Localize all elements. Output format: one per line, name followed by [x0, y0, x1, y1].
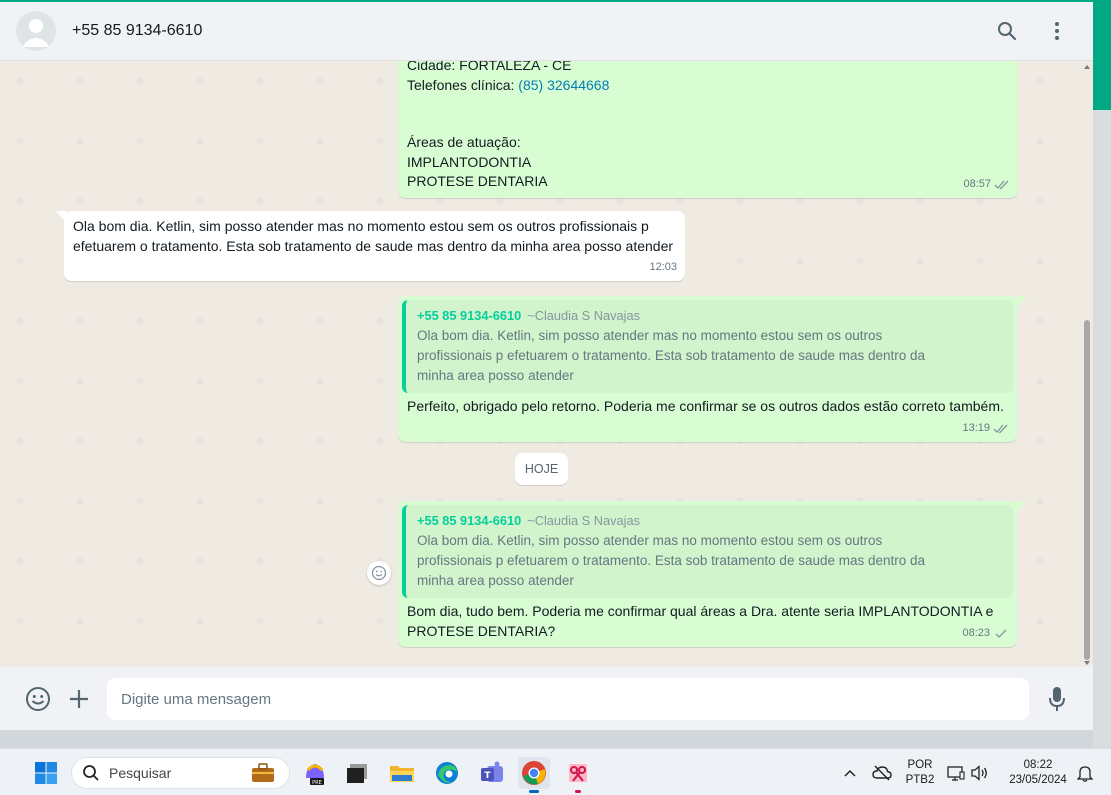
emoji-icon[interactable]: [25, 686, 51, 712]
date-separator: HOJE: [515, 453, 568, 485]
double-check-icon: [994, 180, 1009, 190]
bubble-tail: [1016, 296, 1026, 308]
chat-header: +55 85 9134-6610: [0, 2, 1093, 61]
edge-icon[interactable]: [431, 757, 463, 789]
quote-alias: ~Claudia S Navajas: [527, 513, 640, 528]
active-app-indicator: [529, 790, 539, 793]
input-language[interactable]: POR PTB2: [902, 758, 938, 788]
message-time: 08:57: [963, 177, 991, 190]
window-edge: [1093, 110, 1111, 750]
scrollbar-thumb[interactable]: [1084, 320, 1090, 660]
message-text: Perfeito, obrigado pelo retorno. Poderia…: [407, 398, 1004, 414]
quote-author: +55 85 9134-6610: [417, 513, 522, 528]
double-check-icon: [993, 424, 1008, 434]
chat-messages-area[interactable]: Cidade: FORTALEZA - CE Telefones clínica…: [0, 61, 1093, 667]
message-text: Áreas de atuação:: [407, 134, 521, 150]
message-text: Telefones clínica: (85) 32644668: [407, 76, 609, 96]
single-check-icon: [995, 629, 1007, 638]
message-time: 12:03: [649, 260, 677, 273]
clock-date: 23/05/2024: [1009, 774, 1067, 786]
plus-icon[interactable]: [66, 686, 92, 712]
default-avatar-icon: [22, 19, 50, 47]
outgoing-message[interactable]: +55 85 9134-6610 ~Claudia S Navajas Ola b…: [398, 501, 1017, 647]
bubble-tail: [56, 211, 66, 223]
quote-author: +55 85 9134-6610: [417, 308, 522, 323]
search-icon: [83, 765, 99, 781]
clock-time: 08:22: [1023, 759, 1053, 771]
clock[interactable]: 08:22 23/05/2024: [1000, 758, 1076, 788]
teams-icon[interactable]: T: [476, 757, 508, 789]
message-text: Bom dia, tudo bem. Poderia me confirmar …: [407, 603, 994, 639]
outgoing-message[interactable]: +55 85 9134-6610 ~Claudia S Navajas Ola b…: [398, 296, 1017, 442]
whatsapp-window: +55 85 9134-6610 Cidade: FORTALEZA - CE …: [0, 2, 1093, 730]
windows-start-icon[interactable]: [30, 757, 62, 789]
chat-scrollbar[interactable]: [1082, 62, 1091, 665]
message-meta: 12:03: [649, 258, 677, 278]
search-icon[interactable]: [995, 19, 1019, 43]
volume-icon[interactable]: [967, 757, 991, 789]
chevron-up-icon[interactable]: [838, 757, 862, 789]
message-meta: 08:23: [962, 624, 1009, 644]
message-meta: 08:57: [963, 175, 1010, 195]
menu-icon[interactable]: [1045, 19, 1069, 43]
contact-name[interactable]: +55 85 9134-6610: [72, 22, 202, 40]
taskbar-search-placeholder: Pesquisar: [109, 765, 172, 781]
file-explorer-icon[interactable]: [386, 757, 418, 789]
svg-text:PRE: PRE: [312, 780, 322, 786]
app-running-indicator: [575, 790, 581, 793]
incoming-message[interactable]: Ola bom dia. Ketlin, sim posso atender m…: [64, 211, 685, 281]
message-text: IMPLANTODONTIA: [407, 153, 532, 170]
network-icon[interactable]: [944, 757, 968, 789]
react-emoji-button[interactable]: [367, 561, 391, 585]
language-code: POR: [907, 759, 933, 771]
message-composer: [0, 667, 1093, 730]
keyboard-layout: PTB2: [905, 774, 935, 786]
scroll-up-arrow-icon[interactable]: [1083, 64, 1091, 70]
quote-text: Ola bom dia. Ketlin, sim posso atender m…: [417, 533, 926, 588]
chrome-icon[interactable]: [518, 757, 550, 793]
message-time: 08:23: [962, 626, 990, 639]
scroll-down-arrow-icon[interactable]: [1083, 660, 1091, 666]
phone-link[interactable]: (85) 32644668: [518, 77, 609, 93]
windows-taskbar: Pesquisar PRE T POR PTB2 08:22 23/05/202…: [0, 748, 1111, 795]
bubble-tail: [1016, 501, 1026, 513]
message-input[interactable]: [107, 678, 1029, 720]
snipping-tool-icon[interactable]: [562, 757, 594, 793]
terminal-icon[interactable]: [341, 757, 373, 789]
quoted-message[interactable]: +55 85 9134-6610 ~Claudia S Navajas Ola b…: [402, 300, 1013, 393]
message-text: PROTESE DENTARIA: [407, 173, 548, 189]
svg-text:T: T: [484, 771, 491, 781]
taskbar-search[interactable]: Pesquisar: [71, 757, 290, 789]
quote-text: Ola bom dia. Ketlin, sim posso atender m…: [417, 328, 926, 383]
copilot-icon[interactable]: PRE: [299, 757, 331, 789]
outgoing-message[interactable]: Cidade: FORTALEZA - CE Telefones clínica…: [398, 61, 1018, 198]
cloud-offline-icon[interactable]: [868, 757, 896, 789]
message-time: 13:19: [962, 421, 990, 434]
notification-bell-icon[interactable]: [1073, 757, 1097, 789]
message-text: Cidade: FORTALEZA - CE: [407, 61, 572, 73]
quote-alias: ~Claudia S Navajas: [527, 308, 640, 323]
briefcase-icon: [251, 763, 275, 783]
phone-label: Telefones clínica:: [407, 76, 519, 93]
message-meta: 13:19: [962, 419, 1009, 439]
smiley-icon: [371, 565, 387, 581]
mic-icon[interactable]: [1044, 686, 1070, 712]
quoted-message[interactable]: +55 85 9134-6610 ~Claudia S Navajas Ola b…: [402, 505, 1013, 598]
message-text: Ola bom dia. Ketlin, sim posso atender m…: [73, 218, 674, 254]
avatar[interactable]: [16, 11, 56, 51]
